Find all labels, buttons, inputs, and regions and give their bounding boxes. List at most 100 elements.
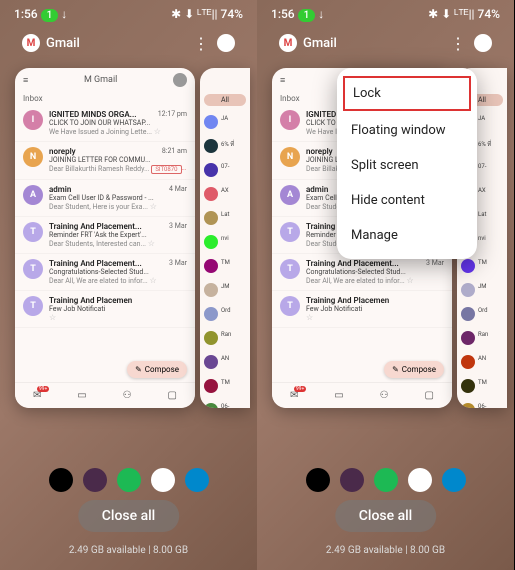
peek-item: TM — [200, 254, 250, 278]
star-icon[interactable]: ☆ — [154, 127, 161, 136]
menu-lock[interactable]: Lock — [343, 76, 471, 111]
meet-icon[interactable]: ▢ — [168, 390, 177, 401]
sender: noreply — [49, 147, 76, 156]
subject: Congratulations-Selected Stud... — [306, 268, 444, 276]
email-row[interactable]: TTraining And Placement...3 MarReminder … — [15, 217, 195, 254]
app-name: Gmail — [303, 36, 337, 51]
spaces-icon[interactable]: ⚇ — [380, 390, 389, 401]
overflow-menu-icon[interactable]: ⋮ — [193, 34, 209, 53]
peek-item: TM — [457, 374, 507, 398]
meet-icon[interactable]: ▢ — [425, 390, 434, 401]
sender-avatar: T — [23, 222, 43, 242]
close-all-button[interactable]: Close all — [78, 500, 180, 532]
email-row[interactable]: TTraining And Placement...3 MarCongratul… — [272, 254, 452, 291]
preview: Dear All, We are elated to infor... ☆ — [306, 276, 444, 285]
star-icon[interactable]: ☆ — [150, 276, 157, 285]
sender: admin — [306, 185, 328, 194]
gmail-toolbar: ≡ M Gmail — [15, 68, 195, 92]
star-icon[interactable]: ☆ — [148, 239, 155, 248]
email-row[interactable]: Nnoreply8:21 amJOINING LETTER FOR COMMU.… — [15, 142, 195, 180]
dock-app-icon[interactable] — [306, 468, 330, 492]
mail-icon[interactable]: ✉ — [33, 390, 41, 401]
dock-app-icon[interactable] — [83, 468, 107, 492]
dock-app-icon[interactable] — [185, 468, 209, 492]
sender: admin — [49, 185, 71, 194]
gmail-bottom-nav[interactable]: ✉ ▭ ⚇ ▢ — [15, 382, 195, 408]
sender-avatar: I — [280, 110, 300, 130]
memory-text: 2.49 GB available | 8.00 GB — [257, 545, 514, 556]
gmail-card[interactable]: ≡ M Gmail Inbox IIGNITED MINDS ORGA...12… — [15, 68, 195, 408]
star-icon[interactable]: ☆ — [49, 313, 56, 322]
time: 3 Mar — [169, 259, 187, 268]
email-row[interactable]: Aadmin 4 MarExam Cell User ID & Password … — [15, 180, 195, 217]
sender: Training And Placement... — [49, 259, 142, 268]
email-row[interactable]: IIGNITED MINDS ORGA...12:17 pmCLICK TO J… — [15, 105, 195, 142]
subject: Congratulations-Selected Stud... — [49, 268, 187, 276]
sender-avatar: A — [23, 185, 43, 205]
phone-right: 1:56 1 ↓ ✱ ⬇ ᴸᵀᴱ|| 74% M Gmail ⋮ M ≡ M G… — [257, 0, 514, 570]
clock: 1:56 — [14, 7, 38, 21]
avatar[interactable] — [173, 73, 187, 87]
email-row[interactable]: TTraining And PlacemenFew Job Notificati… — [15, 291, 195, 328]
star-icon[interactable]: ☆ — [150, 202, 157, 211]
dock-app-icon[interactable] — [49, 468, 73, 492]
star-icon[interactable]: ☆ — [407, 276, 414, 285]
chat-icon[interactable]: ▭ — [334, 390, 343, 401]
next-app-icon: M — [217, 34, 235, 52]
peek-item: 06- — [200, 398, 250, 408]
gmail-icon: M — [22, 34, 40, 52]
peek-item: JA — [200, 110, 250, 134]
sender: noreply — [306, 147, 333, 156]
phone-left: 1:56 1 ↓ ✱ ⬇ ᴸᵀᴱ|| 74% M Gmail ⋮ M ≡ M G… — [0, 0, 257, 570]
gmail-bottom-nav[interactable]: ✉ ▭ ⚇ ▢ — [272, 382, 452, 408]
dock — [257, 468, 514, 492]
peek-item: 07- — [200, 158, 250, 182]
sender: Training And Placement... — [306, 259, 399, 268]
menu-hide-content[interactable]: Hide content — [337, 183, 477, 218]
compose-button[interactable]: ✎ Compose — [384, 361, 444, 378]
dock-app-icon[interactable] — [151, 468, 175, 492]
status-bar: 1:56 1 ↓ ✱ ⬇ ᴸᵀᴱ|| 74% — [257, 0, 514, 28]
gmail-icon: M — [279, 34, 297, 52]
overflow-menu-icon[interactable]: ⋮ — [450, 34, 466, 53]
time: 4 Mar — [169, 185, 187, 194]
dock — [0, 468, 257, 492]
email-row[interactable]: TTraining And Placement...3 MarCongratul… — [15, 254, 195, 291]
menu-split-screen[interactable]: Split screen — [337, 148, 477, 183]
preview: We Have Issued a Joining Lette... ☆ — [49, 127, 187, 136]
sender-avatar: T — [280, 296, 300, 316]
sender: IGNITED MINDS ORGA... — [49, 110, 136, 119]
subject: Exam Cell User ID & Password - ... — [49, 194, 187, 202]
spaces-icon[interactable]: ⚇ — [123, 390, 132, 401]
menu-manage[interactable]: Manage — [337, 218, 477, 253]
subject: Few Job Notificati — [306, 305, 444, 313]
close-all-button[interactable]: Close all — [335, 500, 437, 532]
sender-avatar: I — [23, 110, 43, 130]
app-header: M Gmail ⋮ M — [0, 28, 257, 58]
sender: Training And Placement... — [49, 222, 142, 231]
peek-item: JM — [200, 278, 250, 302]
notif-badge: 1 — [298, 9, 316, 22]
menu-floating-window[interactable]: Floating window — [337, 113, 477, 148]
dock-app-icon[interactable] — [340, 468, 364, 492]
sender: Training And Placemen — [49, 296, 132, 305]
dock-app-icon[interactable] — [442, 468, 466, 492]
peek-item: 6% ที่ — [200, 134, 250, 158]
mail-icon[interactable]: ✉ — [290, 390, 298, 401]
dock-app-icon[interactable] — [117, 468, 141, 492]
next-app-card[interactable]: All JA6% ที่07-AXLatnviTMJMOrdRanANTM06-… — [200, 68, 250, 408]
star-icon[interactable]: ☆ — [306, 313, 313, 322]
status-right: ✱ ⬇ ᴸᵀᴱ|| 74% — [171, 7, 243, 21]
peek-item: nvi — [200, 230, 250, 254]
peek-item: TM — [200, 374, 250, 398]
dock-app-icon[interactable] — [374, 468, 398, 492]
compose-button[interactable]: ✎ Compose — [127, 361, 187, 378]
inbox-label: Inbox — [15, 92, 195, 105]
dock-app-icon[interactable] — [408, 468, 432, 492]
chat-icon[interactable]: ▭ — [77, 390, 86, 401]
time: 3 Mar — [426, 259, 444, 268]
peek-item: Lat — [200, 206, 250, 230]
email-row[interactable]: TTraining And PlacemenFew Job Notificati… — [272, 291, 452, 328]
all-chip[interactable]: All — [204, 94, 246, 106]
peek-item: Ord — [200, 302, 250, 326]
